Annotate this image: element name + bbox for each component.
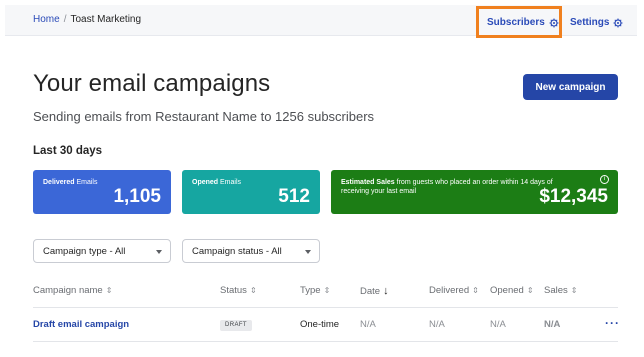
info-icon[interactable]: i [600,175,609,184]
breadcrumb-separator: / [63,14,67,25]
chevron-down-icon [156,250,162,254]
estimated-sales-label: Estimated Sales from guests who placed a… [341,179,553,195]
campaign-opened-cell: N/A [490,319,506,330]
campaign-date-cell: N/A [360,319,376,330]
campaign-status-value: Campaign status - All [192,246,282,257]
column-header-type[interactable]: Type ⇕ [300,285,330,296]
sort-icon: ⇕ [249,286,257,295]
sort-descending-icon: ↓ [383,285,389,297]
breadcrumb: Home / Toast Marketing [33,14,141,25]
opened-card: Opened Emails 512 [182,170,320,214]
sort-icon: ⇕ [526,286,534,295]
column-header-opened[interactable]: Opened ⇕ [490,285,534,296]
column-header-sales[interactable]: Sales ⇕ [544,285,577,296]
breadcrumb-current: Toast Marketing [70,14,142,25]
campaign-name-link[interactable]: Draft email campaign [33,319,129,330]
settings-link[interactable]: Settings [570,17,623,28]
delivered-card: Delivered Emails 1,105 [33,170,171,214]
chevron-down-icon [305,250,311,254]
campaign-delivered-cell: N/A [429,319,445,330]
campaign-sales-cell: N/A [544,319,561,330]
campaign-type-select[interactable]: Campaign type - All [33,239,171,263]
column-header-date[interactable]: Date ↓ [360,285,389,297]
new-campaign-button[interactable]: New campaign [523,74,618,100]
campaign-type-value: Campaign type - All [43,246,126,257]
settings-gear-icon [613,18,623,27]
page-title: Your email campaigns [33,70,271,97]
delivered-card-label: Delivered Emails [43,179,98,186]
status-badge: DRAFT [220,320,252,331]
table-header-divider [33,307,618,308]
sort-icon: ⇕ [570,286,578,295]
campaign-status-select[interactable]: Campaign status - All [182,239,320,263]
column-header-delivered[interactable]: Delivered ⇕ [429,285,479,296]
opened-value: 512 [278,186,310,207]
top-bar: Home / Toast Marketing Subscribers Setting… [5,5,637,38]
sort-icon: ⇕ [105,286,113,295]
period-label: Last 30 days [33,145,103,157]
sort-icon: ⇕ [323,286,331,295]
estimated-sales-value: $12,345 [539,186,608,207]
campaign-type-cell: One-time [300,319,340,330]
settings-label: Settings [570,17,610,28]
opened-card-label: Opened Emails [192,179,242,186]
sort-icon: ⇕ [472,286,479,295]
subscribers-label: Subscribers [487,17,545,28]
column-header-campaign-name[interactable]: Campaign name ⇕ [33,285,112,296]
subscribers-gear-icon [549,18,559,27]
breadcrumb-home-link[interactable]: Home [33,14,60,25]
column-header-status[interactable]: Status ⇕ [220,285,257,296]
delivered-value: 1,105 [113,186,161,207]
table-row-divider [33,341,618,342]
row-more-menu-icon[interactable]: ··· [605,316,620,330]
estimated-sales-card: Estimated Sales from guests who placed a… [331,170,618,214]
page-subtitle: Sending emails from Restaurant Name to 1… [33,109,375,124]
subscribers-link[interactable]: Subscribers [487,17,559,28]
